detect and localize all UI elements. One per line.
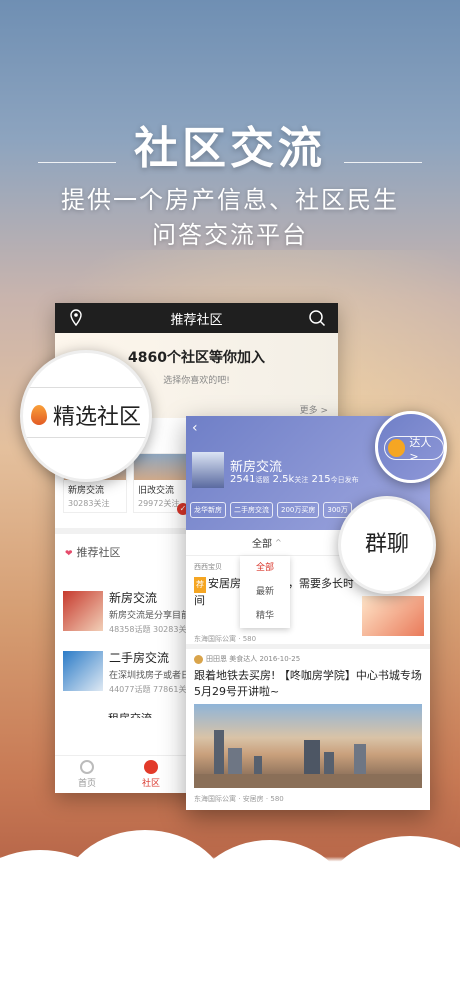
screen-header: 推荐社区 [55,303,338,333]
more-link[interactable]: 更多 > [300,403,328,416]
tab-label: 社区 [141,779,160,789]
list-item-desc: 新房交流是分享目前 [109,611,191,621]
filter-option-featured[interactable]: 精华 [240,604,290,628]
tab-community[interactable]: 社区 [119,756,183,793]
community-avatar [192,452,224,488]
expert-icon [388,439,406,457]
hero-subtitle-line1: 提供一个房产信息、社区民生 [61,186,399,214]
cloud-decoration [0,800,460,996]
community-name: 新房交流 [230,460,283,475]
expert-button[interactable]: 达人 > [384,435,444,463]
avatar [194,654,203,664]
location-pin-icon[interactable] [69,309,83,327]
list-item-title: 新房交流 [109,591,158,605]
tab-home[interactable]: 首页 [55,756,119,793]
post-image [194,704,422,788]
hero-divider-right [344,162,422,163]
post-meta: 东海国际公寓 · 580 [194,635,257,643]
hero-divider-left [38,162,116,163]
filter-menu: 全部 最新 精华 [240,556,290,628]
heart-icon: ❤ [65,549,73,559]
hero-title: 社区交流 [134,123,326,174]
header-title: 推荐社区 [170,312,223,328]
tag-list: 龙华新房 二手房交流 200万买房 300万 [190,502,352,518]
tag[interactable]: 龙华新房 [190,502,226,518]
section-title: 推荐社区 [76,546,121,559]
filter-option-latest[interactable]: 最新 [240,580,290,604]
post-image [362,596,424,636]
community-stats: 2541话题 2.5k关注 215今日发布 [230,474,359,485]
list-item-stats: 48358话题 30283关 [109,625,187,634]
chevron-up-icon: ^ [275,538,282,547]
list-item-title: 二手房交流 [109,651,170,665]
filter-label: 全部 [252,539,272,550]
search-icon[interactable] [308,309,326,327]
list-item-desc: 在深圳找房子或者日 [109,671,191,681]
tab-label: 首页 [77,779,96,789]
list-item-stats: 44077话题 77861关 [109,685,187,694]
magnifier-expert: 达人 > [375,411,447,483]
list-item-thumbnail [63,651,103,691]
flame-icon [31,405,47,425]
community-card-count: 30283关注 [68,499,110,508]
list-item-title-partial: 租房交流 [108,710,152,718]
community-card-name: 新房交流 [68,486,105,496]
list-item-thumbnail [63,591,103,631]
magnifier-group-chat: 群聊 [338,496,436,594]
tag[interactable]: 二手房交流 [230,502,273,518]
post-user-line: 田田恩 美食达人 2016-10-25 [194,654,422,664]
hero-subtitle-line2: 问答交流平台 [152,221,308,249]
home-icon [80,760,94,774]
filter-option-all[interactable]: 全部 [240,556,290,580]
expert-label: 达人 > [409,435,432,463]
recommend-badge: 荐 [194,577,206,593]
magnifier-label: 精选社区 [53,405,142,430]
post-text: 跟着地铁去买房! 【咚咖房学院】中心书城专场5月29号开讲啦~ [194,669,422,698]
community-icon [144,760,158,774]
tag[interactable]: 200万买房 [277,502,320,518]
post-card[interactable]: 田田恩 美食达人 2016-10-25 跟着地铁去买房! 【咚咖房学院】中心书城… [186,652,430,806]
back-icon[interactable]: ‹ [192,420,198,436]
magnifier-featured: 精选社区 [20,350,152,482]
